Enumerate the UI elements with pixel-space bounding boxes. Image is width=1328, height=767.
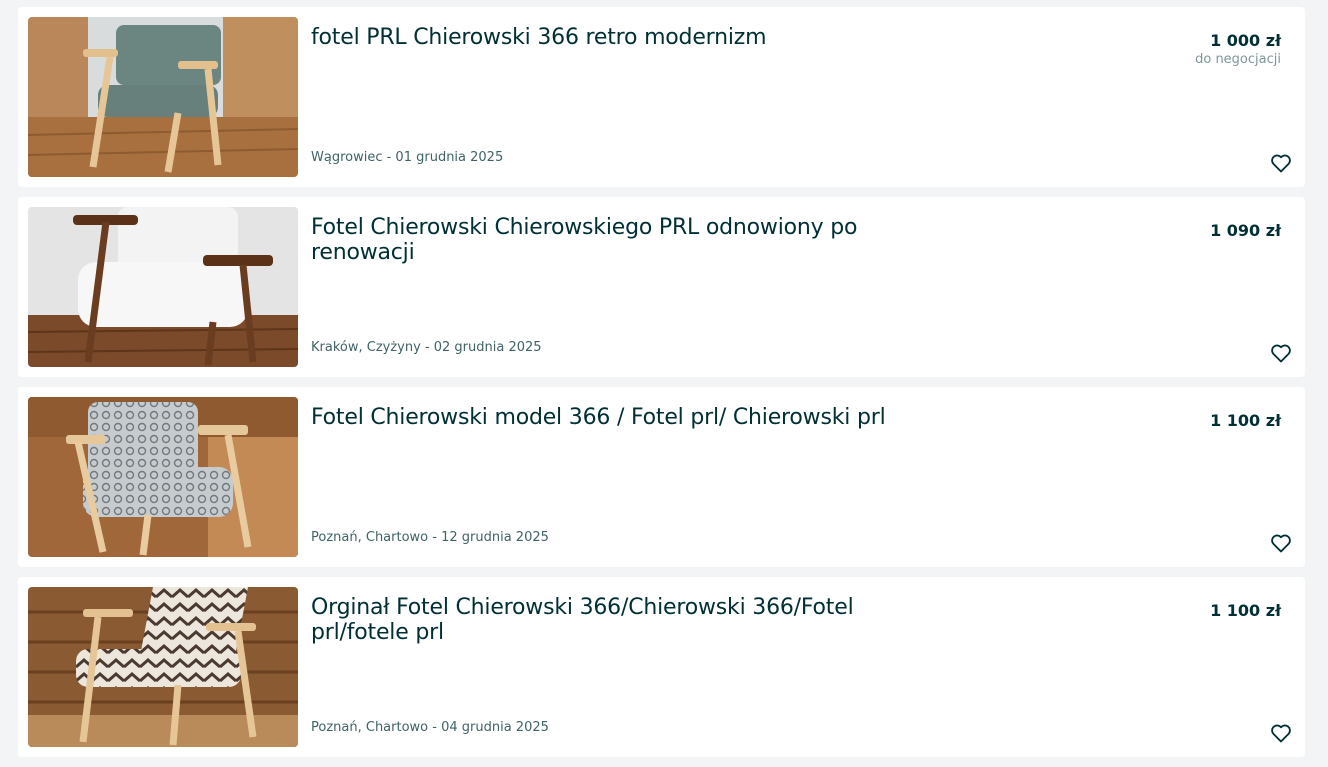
listing-card[interactable]: Fotel Chierowski Chierowskiego PRL odnow…: [18, 197, 1305, 377]
price-value: 1 090 zł: [1210, 221, 1281, 240]
listing-title[interactable]: Fotel Chierowski Chierowskiego PRL odnow…: [311, 215, 911, 265]
heart-icon[interactable]: [1269, 721, 1293, 745]
listing-photo[interactable]: [28, 207, 298, 367]
price-value: 1 100 zł: [1210, 411, 1281, 430]
heart-icon[interactable]: [1269, 151, 1293, 175]
listing-card[interactable]: Orginał Fotel Chierowski 366/Chierowski …: [18, 577, 1305, 757]
price-value: 1 100 zł: [1210, 601, 1281, 620]
listing-title[interactable]: Fotel Chierowski model 366 / Fotel prl/ …: [311, 405, 911, 430]
listing-list: fotel PRL Chierowski 366 retro modernizm…: [18, 7, 1305, 767]
listing-photo[interactable]: [28, 397, 298, 557]
listing-location-date: Wągrowiec - 01 grudnia 2025: [311, 150, 504, 165]
price-value: 1 000 zł: [1210, 31, 1281, 50]
heart-icon[interactable]: [1269, 341, 1293, 365]
listing-location-date: Poznań, Chartowo - 12 grudnia 2025: [311, 530, 549, 545]
listing-location-date: Poznań, Chartowo - 04 grudnia 2025: [311, 720, 549, 735]
heart-icon[interactable]: [1269, 531, 1293, 555]
listing-title[interactable]: Orginał Fotel Chierowski 366/Chierowski …: [311, 595, 911, 645]
listing-title[interactable]: fotel PRL Chierowski 366 retro modernizm: [311, 25, 911, 50]
listing-price: 1 100 zł: [1210, 411, 1281, 430]
listing-location-date: Kraków, Czyżyny - 02 grudnia 2025: [311, 340, 542, 355]
teal-armchair-photo: [28, 17, 298, 177]
listing-photo[interactable]: [28, 17, 298, 177]
listing-price: 1 090 zł: [1210, 221, 1281, 240]
pattern-armchair-photo: [28, 397, 298, 557]
listing-price: 1 100 zł: [1210, 601, 1281, 620]
listing-card[interactable]: Fotel Chierowski model 366 / Fotel prl/ …: [18, 387, 1305, 567]
listing-card[interactable]: fotel PRL Chierowski 366 retro modernizm…: [18, 7, 1305, 187]
price-note: do negocjacji: [1195, 52, 1281, 67]
listing-photo[interactable]: [28, 587, 298, 747]
white-armchair-photo: [28, 207, 298, 367]
chevron-armchair-photo: [28, 587, 298, 747]
listing-price: 1 000 zł do negocjacji: [1195, 31, 1281, 67]
